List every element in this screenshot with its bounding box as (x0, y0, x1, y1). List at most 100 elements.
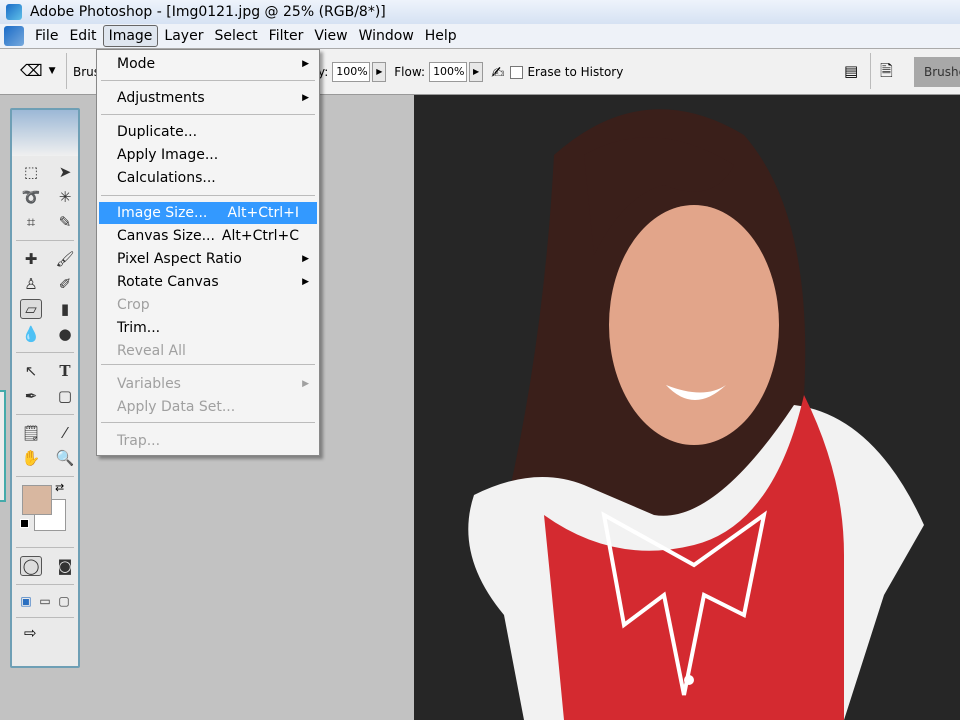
move-tool-icon[interactable]: ➤ (54, 162, 76, 182)
menu-separator (101, 422, 315, 423)
menu-filter[interactable]: Filter (264, 26, 309, 46)
divider (16, 547, 74, 548)
opacity-field[interactable]: 100% (332, 62, 371, 82)
hand-tool-icon[interactable]: ✋ (20, 448, 42, 468)
title-bar: Adobe Photoshop - [Img0121.jpg @ 25% (RG… (0, 0, 960, 24)
menu-separator (101, 364, 315, 365)
menu-item-shortcut: Alt+Ctrl+I (227, 205, 299, 221)
divider (16, 352, 74, 353)
blur-tool-icon[interactable]: 💧 (20, 324, 42, 344)
menu-separator (101, 195, 315, 196)
submenu-arrow-icon: ▶ (302, 277, 309, 287)
flow-field[interactable]: 100% (429, 62, 468, 82)
menu-item-apply-data-set: Apply Data Set... (99, 396, 317, 418)
erase-to-history-label: Erase to History (527, 65, 624, 79)
foreground-color-swatch[interactable] (22, 485, 52, 515)
divider (66, 53, 67, 89)
menu-view[interactable]: View (309, 26, 352, 46)
menu-edit[interactable]: Edit (64, 26, 101, 46)
menu-item-label: Duplicate... (117, 124, 198, 140)
eraser-tool-icon[interactable]: ▱ (20, 299, 42, 319)
divider (16, 240, 74, 241)
menu-item-calculations[interactable]: Calculations... (99, 167, 317, 189)
menu-item-variables: Variables ▶ (99, 373, 317, 395)
magic-wand-tool-icon[interactable]: ✳ (54, 187, 76, 207)
standard-screen-mode-icon[interactable]: ▣ (18, 591, 34, 611)
lasso-tool-icon[interactable]: ➰ (20, 187, 42, 207)
menu-item-mode[interactable]: Mode ▶ (99, 53, 317, 75)
healing-brush-tool-icon[interactable]: ✚ (20, 249, 42, 269)
photoshop-app-icon (6, 4, 22, 20)
standard-mode-icon[interactable]: ◯ (20, 556, 42, 576)
dodge-tool-icon[interactable]: ● (54, 324, 76, 344)
erase-to-history-checkbox[interactable] (510, 65, 524, 79)
image-menu-dropdown: Mode ▶ Adjustments ▶ Duplicate... Apply Image… (96, 49, 320, 456)
menu-item-trap: Trap... (99, 430, 317, 452)
type-tool-icon[interactable]: T (54, 361, 76, 381)
menu-item-pixel-aspect-ratio[interactable]: Pixel Aspect Ratio ▶ (99, 248, 317, 270)
menu-item-label: Trap... (117, 433, 161, 449)
history-brush-tool-icon[interactable]: ✐ (54, 274, 76, 294)
menu-item-label: Rotate Canvas (117, 274, 219, 290)
path-selection-tool-icon[interactable]: ↖ (20, 361, 42, 381)
menu-select[interactable]: Select (209, 26, 262, 46)
menu-item-image-size[interactable]: Image Size... Alt+Ctrl+I (99, 202, 317, 224)
menu-item-label: Adjustments (117, 90, 205, 106)
menu-help[interactable]: Help (420, 26, 462, 46)
eyedropper-tool-icon[interactable]: ⁄ (54, 423, 76, 443)
flow-arrow-button[interactable]: ▶ (469, 62, 484, 82)
menu-item-label: Image Size... (117, 205, 208, 221)
menu-separator (101, 114, 315, 115)
file-browser-icon[interactable]: 🗎 (880, 60, 893, 87)
menu-item-label: Apply Data Set... (117, 399, 236, 415)
menu-item-duplicate[interactable]: Duplicate... (99, 121, 317, 143)
pen-tool-icon[interactable]: ✒ (20, 386, 42, 406)
menu-item-label: Variables (117, 376, 181, 392)
divider (870, 53, 871, 89)
crop-tool-icon[interactable]: ⌗ (20, 212, 42, 232)
menu-item-apply-image[interactable]: Apply Image... (99, 144, 317, 166)
opacity-arrow-button[interactable]: ▶ (372, 62, 387, 82)
menu-item-label: Mode (117, 56, 156, 72)
menu-item-label: Canvas Size... (117, 228, 215, 244)
document-icon[interactable] (4, 26, 24, 46)
menu-file[interactable]: File (30, 26, 63, 46)
image-canvas[interactable] (414, 95, 960, 720)
window-title: Adobe Photoshop - [Img0121.jpg @ 25% (RG… (30, 4, 386, 20)
default-colors-icon[interactable] (20, 519, 29, 528)
slice-tool-icon[interactable]: ✎ (54, 212, 76, 232)
full-screen-menu-mode-icon[interactable]: ▭ (37, 591, 53, 611)
menu-window[interactable]: Window (354, 26, 419, 46)
menu-separator (101, 80, 315, 81)
brushes-palette-tab[interactable]: Brushe (914, 57, 960, 87)
menu-item-label: Calculations... (117, 170, 216, 186)
palette-menu-icon[interactable]: ▤ (844, 62, 858, 80)
menu-item-label: Reveal All (117, 343, 186, 359)
menu-layer[interactable]: Layer (159, 26, 208, 46)
brush-tool-icon[interactable]: 🖌 (54, 249, 76, 269)
swap-colors-icon[interactable]: ⇄ (55, 481, 64, 494)
menu-item-adjustments[interactable]: Adjustments ▶ (99, 87, 317, 109)
menu-image[interactable]: Image (102, 25, 159, 47)
zoom-tool-icon[interactable]: 🔍 (54, 448, 76, 468)
gradient-tool-icon[interactable]: ▮ (54, 299, 76, 319)
quick-mask-mode-icon[interactable]: ◙ (54, 556, 76, 576)
full-screen-mode-icon[interactable]: ▢ (56, 591, 72, 611)
menu-item-canvas-size[interactable]: Canvas Size... Alt+Ctrl+C (99, 225, 317, 247)
airbrush-icon[interactable]: ✍ (491, 63, 504, 82)
clone-stamp-tool-icon[interactable]: ♙ (20, 274, 42, 294)
jump-to-imageready-icon[interactable]: ⇨ (12, 620, 78, 646)
divider (16, 476, 74, 477)
photoshop-feather-logo[interactable] (12, 110, 78, 156)
rectangle-tool-icon[interactable]: ▢ (54, 386, 76, 406)
marquee-tool-icon[interactable]: ⬚ (20, 162, 42, 182)
menu-item-rotate-canvas[interactable]: Rotate Canvas ▶ (99, 271, 317, 293)
menu-item-trim[interactable]: Trim... (99, 317, 317, 339)
divider (16, 584, 74, 585)
toolbox: ⬚ ➤ ➰ ✳ ⌗ ✎ ✚ 🖌 ♙ ✐ ▱ ▮ 💧 ● ↖ T ✒ ▢ 🗒 ⁄ … (10, 108, 80, 668)
notes-tool-icon[interactable]: 🗒 (20, 423, 42, 443)
submenu-arrow-icon: ▶ (302, 254, 309, 264)
eraser-preset-icon[interactable]: ⌫ ▼ (20, 61, 56, 80)
flow-label: Flow: (394, 65, 426, 79)
collapsed-panel-edge[interactable] (0, 390, 6, 502)
